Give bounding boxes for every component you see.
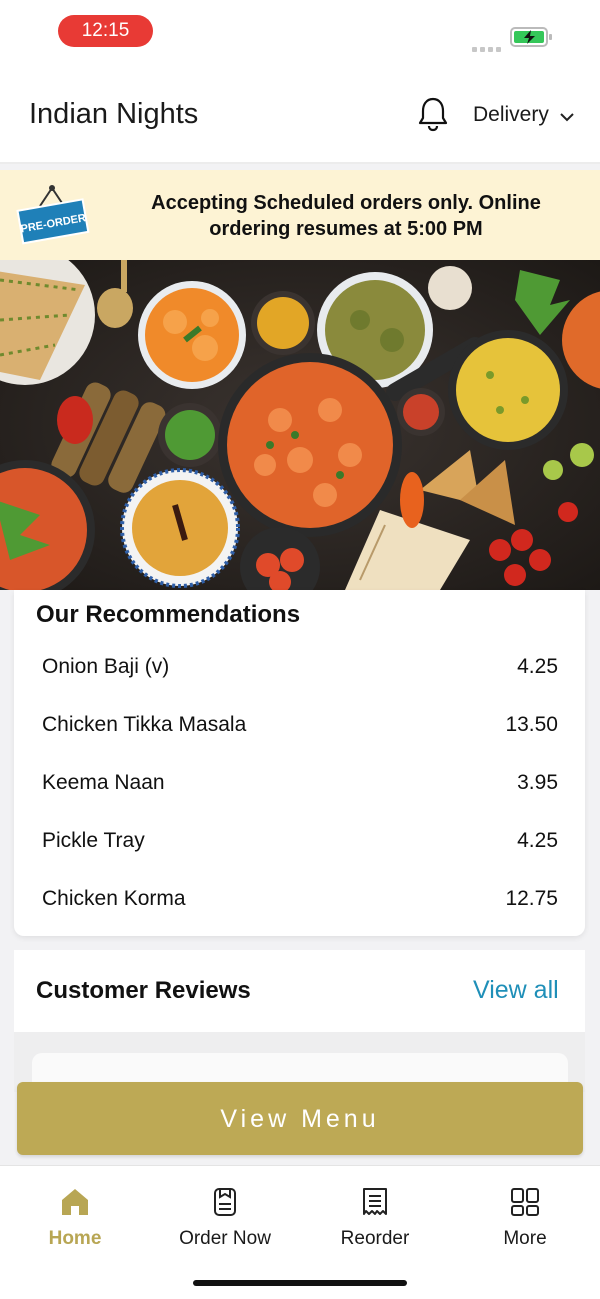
order-mode-selector[interactable]: Delivery [473, 103, 549, 127]
view-menu-button[interactable]: View Menu [17, 1082, 583, 1155]
menu-item-row[interactable]: Chicken Tikka Masala 13.50 [42, 705, 558, 745]
menu-item-price: 4.25 [517, 655, 558, 678]
tab-order-now[interactable]: Order Now [150, 1180, 300, 1250]
status-time: 12:15 [58, 15, 153, 47]
order-icon [214, 1188, 236, 1216]
reviews-title: Customer Reviews [36, 977, 251, 1004]
menu-item-name: Chicken Korma [42, 887, 186, 910]
menu-item-price: 13.50 [505, 713, 558, 736]
tab-label: Order Now [179, 1228, 271, 1249]
hero-food-image [0, 260, 600, 590]
tab-more[interactable]: More [450, 1180, 600, 1250]
receipt-icon [363, 1188, 387, 1215]
menu-item-row[interactable]: Pickle Tray 4.25 [42, 821, 558, 861]
battery-icon [510, 26, 554, 48]
menu-item-name: Onion Baji (v) [42, 655, 170, 678]
grid-icon [511, 1188, 539, 1216]
tab-reorder[interactable]: Reorder [300, 1180, 450, 1250]
signal-icon [472, 39, 506, 52]
menu-item-row[interactable]: Onion Baji (v) 4.25 [42, 647, 558, 687]
bell-icon[interactable] [417, 96, 449, 132]
preorder-sign-icon: PRE-ORDER [14, 180, 90, 246]
home-indicator [193, 1280, 407, 1286]
chevron-down-icon[interactable] [559, 110, 575, 122]
recommendations-title: Our Recommendations [36, 601, 301, 628]
menu-item-name: Chicken Tikka Masala [42, 713, 247, 736]
menu-item-price: 12.75 [505, 887, 558, 910]
banner-message: Accepting Scheduled orders only. Online … [151, 192, 541, 240]
menu-item-row[interactable]: Keema Naan 3.95 [42, 763, 558, 803]
menu-item-row[interactable]: Chicken Korma 12.75 [42, 879, 558, 919]
menu-item-name: Keema Naan [42, 771, 165, 794]
restaurant-title: Indian Nights [29, 98, 199, 130]
menu-item-price: 4.25 [517, 829, 558, 852]
tab-label: Reorder [340, 1228, 410, 1249]
tab-label: Home [48, 1228, 102, 1249]
menu-item-price: 3.95 [517, 771, 558, 794]
menu-item-name: Pickle Tray [42, 829, 145, 852]
view-all-reviews-link[interactable]: View all [473, 976, 559, 1005]
tab-home[interactable]: Home [0, 1180, 150, 1250]
tab-label: More [503, 1228, 547, 1249]
home-icon [62, 1189, 88, 1215]
